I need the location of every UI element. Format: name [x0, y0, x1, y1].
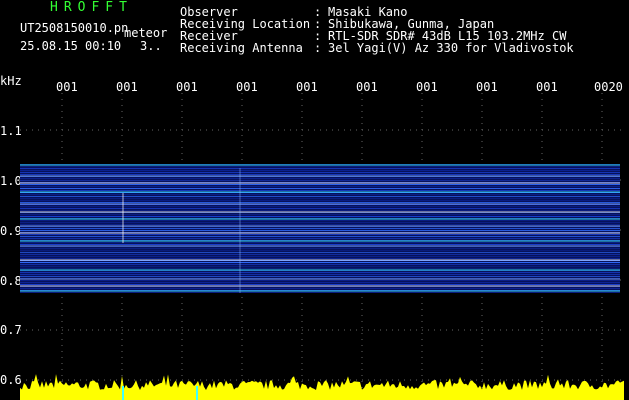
- noise-row: [20, 172, 620, 173]
- noise-row: [20, 258, 620, 259]
- freq-tick: 1.1: [0, 124, 22, 138]
- noise-row: [20, 168, 620, 169]
- noise-row: [20, 198, 620, 199]
- level-trace: [20, 374, 624, 400]
- noise-row: [20, 188, 620, 189]
- noise-row: [20, 244, 620, 245]
- time-tick: 001: [356, 80, 378, 94]
- freq-tick: 0.7: [0, 323, 22, 337]
- noise-row: [20, 224, 620, 225]
- time-tick: 001: [416, 80, 438, 94]
- noise-row: [20, 214, 620, 215]
- noise-row: [20, 266, 620, 267]
- noise-row: [20, 184, 620, 185]
- noise-row: [20, 248, 620, 249]
- noise-row: [20, 242, 620, 243]
- noise-row: [20, 280, 620, 281]
- filename-label: UT2508150010.pn: [20, 21, 129, 35]
- level-marker: [196, 386, 198, 400]
- signal-level-trace: [20, 374, 624, 400]
- mode-label: meteor: [124, 26, 168, 40]
- time-tick: 001: [176, 80, 198, 94]
- level-marker: [122, 386, 124, 400]
- app-title: HROFFT: [50, 0, 133, 15]
- noise-row: [20, 210, 620, 211]
- time-tick: 001: [116, 80, 138, 94]
- freq-tick: 1.0: [0, 174, 22, 188]
- noise-row: [20, 202, 620, 203]
- noise-row: [20, 284, 620, 285]
- noise-row: [20, 196, 620, 197]
- noise-row: [20, 288, 620, 289]
- noise-row: [20, 238, 620, 239]
- noise-row: [20, 236, 620, 237]
- noise-row: [20, 208, 620, 209]
- noise-row: [20, 268, 620, 269]
- time-tick: 001: [56, 80, 78, 94]
- noise-row: [20, 264, 620, 265]
- time-tick: 001: [296, 80, 318, 94]
- noise-row: [20, 200, 620, 201]
- noise-row: [20, 194, 620, 195]
- noise-row: [20, 190, 620, 191]
- unit-label: kHz: [0, 74, 22, 88]
- noise-row: [20, 234, 620, 235]
- noise-row: [20, 228, 620, 229]
- noise-row: [20, 274, 620, 275]
- spectrogram: [20, 93, 624, 400]
- noise-row: [20, 252, 620, 253]
- noise-row: [20, 178, 620, 179]
- noise-row: [20, 180, 620, 181]
- freq-tick: 0.9: [0, 224, 22, 238]
- noise-row: [20, 216, 620, 217]
- time-tick: 001: [476, 80, 498, 94]
- freq-tick: 0.6: [0, 373, 22, 387]
- freq-tick: 0.8: [0, 274, 22, 288]
- noise-row: [20, 272, 620, 273]
- noise-row: [20, 256, 620, 257]
- noise-row: [20, 170, 620, 171]
- noise-row: [20, 174, 620, 175]
- info-key-antenna: Receiving Antenna: [180, 41, 303, 55]
- noise-row: [20, 186, 620, 187]
- noise-row: [20, 282, 620, 283]
- time-tick: 001: [236, 80, 258, 94]
- time-tick: 0020: [594, 80, 623, 94]
- noise-row: [20, 220, 620, 221]
- noise-row: [20, 292, 620, 293]
- noise-row: [20, 230, 620, 231]
- info-sep-antenna: :: [314, 41, 322, 55]
- noise-row: [20, 250, 620, 251]
- count-label: 3..: [140, 39, 162, 53]
- noise-row: [20, 206, 620, 207]
- noise-row: [20, 254, 620, 255]
- noise-row: [20, 262, 620, 263]
- info-value-antenna: 3el Yagi(V) Az 330 for Vladivostok: [328, 41, 574, 55]
- noise-row: [20, 166, 620, 167]
- noise-row: [20, 276, 620, 277]
- time-tick: 001: [536, 80, 558, 94]
- datetime-label: 25.08.15 00:10: [20, 39, 122, 53]
- noise-row: [20, 222, 620, 223]
